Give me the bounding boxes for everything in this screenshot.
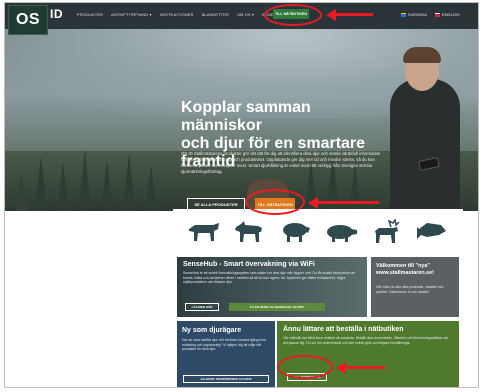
hero-banner: Kopplar samman människor och djur för en… — [5, 29, 478, 211]
sensehub-title: SenseHub - Smart övervakning via WiFi — [183, 261, 315, 268]
farmer-figure — [390, 79, 460, 211]
hero-description: OS ID Stallmästarens produkter gör det l… — [181, 151, 381, 174]
nav-item-instructions[interactable]: INSTRUKTIONER — [160, 12, 194, 17]
logo-os-text: OS — [15, 11, 41, 28]
sensehub-card: SenseHub - Smart övervakning via WiFi Se… — [177, 257, 367, 317]
fish-icon[interactable] — [415, 218, 449, 246]
top-navigation-bar: PRODUKTER ANTIKPTITRFNING ▾ INSTRUKTIONE… — [5, 3, 478, 29]
new-owner-title: Ny som djurägare — [182, 327, 242, 334]
easy-order-title: Ännu lättare att beställa i nätbutiken — [283, 326, 404, 333]
nav-item-forms[interactable]: BLANKETTER — [202, 12, 229, 17]
stallmastaren-text: Här hittar du alla våra produkter, rabat… — [376, 285, 444, 294]
annotation-circle-card — [277, 355, 333, 379]
sheep-icon[interactable] — [278, 218, 312, 246]
language-swedish-label: SVENSKA — [408, 12, 427, 17]
sensehub-read-more-button[interactable]: LÄS MER HÄR — [185, 303, 219, 311]
tree-shape — [15, 171, 27, 211]
new-owner-text: Har du nyss skaffat djur och behöver kom… — [182, 338, 266, 352]
os-logo[interactable]: OS — [8, 5, 48, 35]
annotation-circle-header — [264, 4, 322, 26]
new-owner-card: Ny som djurägare Har du nyss skaffat dju… — [177, 321, 275, 387]
english-flag-icon — [435, 12, 440, 17]
tree-shape — [101, 161, 113, 211]
annotation-arrowhead — [336, 361, 346, 374]
pig-icon[interactable] — [324, 218, 358, 246]
stallmastaren-title[interactable]: Välkommen till "nya" www.stallmastaren.s… — [376, 263, 456, 276]
annotation-circle-hero — [245, 189, 305, 215]
swedish-flag-icon — [401, 12, 406, 17]
annotation-arrowhead — [326, 8, 336, 21]
annotation-arrow-card — [345, 366, 385, 369]
nav-item-products[interactable]: PRODUKTER — [77, 12, 103, 17]
sensehub-demo-button[interactable]: FÅ EN DEMO AV SENSEHUB VIA WIFI — [229, 303, 325, 311]
language-swedish[interactable]: SVENSKA — [401, 12, 427, 17]
logo-id-text: ID — [50, 7, 63, 21]
easy-order-text: Vår nätbutik har blivit ännu enklare att… — [283, 336, 449, 345]
annotation-arrow-hero — [317, 201, 379, 204]
annotation-arrow-header — [335, 13, 373, 16]
goat-icon[interactable] — [232, 218, 266, 246]
hero-title-line: Kopplar samman människor — [181, 99, 311, 134]
reindeer-icon[interactable] — [369, 218, 403, 246]
stallmastaren-card: Välkommen till "nya" www.stallmastaren.s… — [371, 257, 459, 317]
cow-icon[interactable] — [187, 218, 221, 246]
animal-icons-row — [173, 209, 463, 255]
tree-shape — [123, 153, 135, 211]
page-frame: PRODUKTER ANTIKPTITRFNING ▾ INSTRUKTIONE… — [4, 2, 479, 388]
farmer-hair — [403, 47, 441, 63]
annotation-arrowhead — [308, 196, 318, 209]
nav-item-about[interactable]: OM OS ▾ — [237, 12, 254, 17]
tree-shape — [35, 156, 47, 211]
marking-info-button[interactable]: ALLMÄNT OM MÄRKNING AV DJUR — [183, 375, 269, 383]
tree-shape — [79, 149, 91, 211]
sensehub-text: SenseHub är ett enkelt övervakningssyste… — [183, 271, 356, 285]
tree-shape — [57, 163, 69, 211]
main-nav: PRODUKTER ANTIKPTITRFNING ▾ INSTRUKTIONE… — [77, 12, 289, 17]
language-english-label: ENGLISH — [442, 12, 460, 17]
tree-shape — [145, 165, 157, 211]
language-english[interactable]: ENGLISH — [435, 12, 460, 17]
nav-item-marking[interactable]: ANTIKPTITRFNING ▾ — [111, 12, 152, 17]
